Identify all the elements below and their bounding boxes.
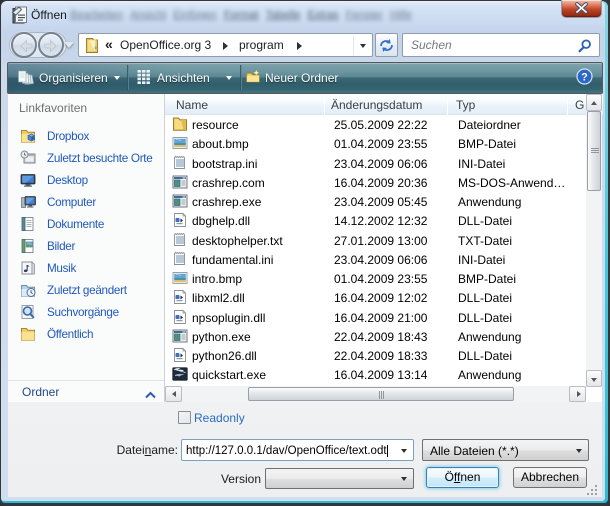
svg-text:?: ? bbox=[581, 72, 588, 84]
